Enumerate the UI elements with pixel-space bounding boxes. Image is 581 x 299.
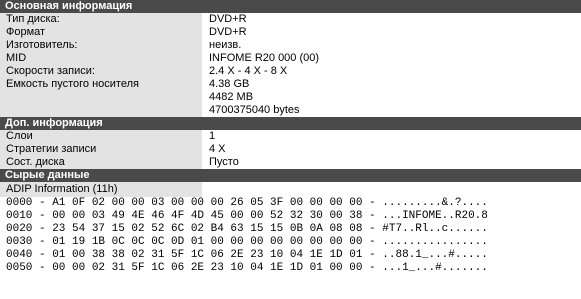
hex-dump-line: 0030 - 01 19 1B 0C 0C 0C 0D 01 00 00 00 … xyxy=(6,236,488,248)
raw-data-section: Сырые данные ADIP Information (11h) 0000… xyxy=(0,169,581,275)
hex-dump-line: 0020 - 23 54 37 15 02 52 6C 02 B4 63 15 … xyxy=(6,223,488,235)
info-row-value: 4 X xyxy=(202,143,581,156)
info-row: Емкость пустого носителя 4.38 GB xyxy=(0,78,581,91)
hex-dump-line: 0050 - 00 00 02 31 5F 1C 06 2E 23 10 04 … xyxy=(6,262,488,274)
info-row-value: неизв. xyxy=(202,39,581,52)
hex-dump: 0000 - A1 0F 02 00 00 03 00 00 00 26 05 … xyxy=(0,197,581,275)
info-row: Скорости записи: 2.4 X - 4 X - 8 X xyxy=(0,65,581,78)
info-row-label xyxy=(0,104,202,117)
info-row: Тип диска: DVD+R xyxy=(0,13,581,26)
info-row: Сост. диска Пусто xyxy=(0,156,581,169)
extra-info-table: Слои 1 Стратегии записи 4 X Сост. диска Пусто xyxy=(0,130,581,169)
info-row-label: Скорости записи: xyxy=(0,65,202,78)
extra-info-section: Доп. информация Слои 1 Стратегии записи 4 X… xyxy=(0,117,581,169)
info-row: Формат DVD+R xyxy=(0,26,581,39)
info-row: Слои 1 xyxy=(0,130,581,143)
info-row-label xyxy=(0,91,202,104)
extra-info-header: Доп. информация xyxy=(0,117,581,130)
raw-data-title-row: ADIP Information (11h) xyxy=(0,182,581,197)
info-row: 4700375040 bytes xyxy=(0,104,581,117)
info-row-value: Пусто xyxy=(202,156,581,169)
info-row: MID INFOME R20 000 (00) xyxy=(0,52,581,65)
info-row-label: Сост. диска xyxy=(0,156,202,169)
info-row-label: Изготовитель: xyxy=(0,39,202,52)
hex-dump-line: 0040 - 01 00 38 38 02 31 5F 1C 06 2E 23 … xyxy=(6,249,488,261)
info-row-value: DVD+R xyxy=(202,13,581,26)
info-row-value: 4.38 GB xyxy=(202,78,581,91)
hex-dump-line: 0000 - A1 0F 02 00 00 03 00 00 00 26 05 … xyxy=(6,197,488,209)
basic-info-section: Основная информация Тип диска: DVD+R Форма… xyxy=(0,0,581,117)
raw-data-header: Сырые данные xyxy=(0,169,581,182)
basic-info-table: Тип диска: DVD+R Формат DVD+R Изготовитель: … xyxy=(0,13,581,117)
info-row-label: Формат xyxy=(0,26,202,39)
info-row-value: 4482 MB xyxy=(202,91,581,104)
info-row-label: Емкость пустого носителя xyxy=(0,78,202,91)
raw-data-title: ADIP Information (11h) xyxy=(0,182,202,197)
info-row: Стратегии записи 4 X xyxy=(0,143,581,156)
info-row-value: 4700375040 bytes xyxy=(202,104,581,117)
info-row-value: DVD+R xyxy=(202,26,581,39)
info-row-label: Стратегии записи xyxy=(0,143,202,156)
info-row-value: 2.4 X - 4 X - 8 X xyxy=(202,65,581,78)
info-row-label: MID xyxy=(0,52,202,65)
hex-dump-line: 0010 - 00 00 03 49 4E 46 4F 4D 45 00 00 … xyxy=(6,210,488,222)
info-row-value: INFOME R20 000 (00) xyxy=(202,52,581,65)
basic-info-header: Основная информация xyxy=(0,0,581,13)
info-row-value: 1 xyxy=(202,130,581,143)
info-row: Изготовитель: неизв. xyxy=(0,39,581,52)
info-row-label: Тип диска: xyxy=(0,13,202,26)
info-row-label: Слои xyxy=(0,130,202,143)
info-row: 4482 MB xyxy=(0,91,581,104)
